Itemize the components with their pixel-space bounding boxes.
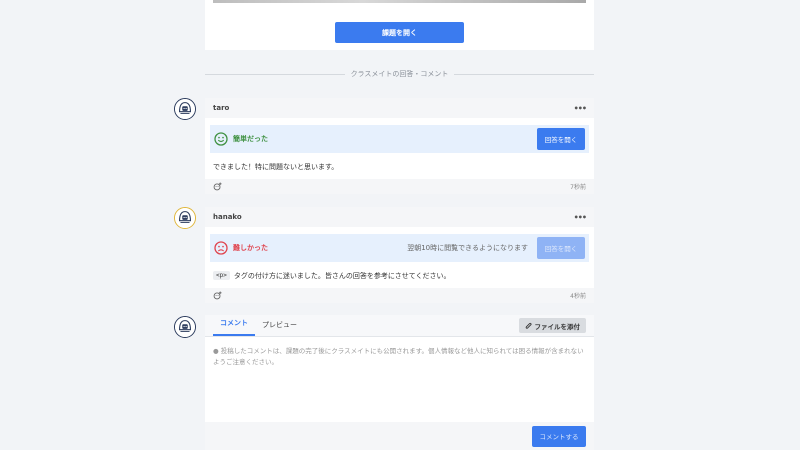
- smile-icon: [214, 132, 228, 146]
- attach-file-button[interactable]: ファイルを添付: [518, 318, 586, 333]
- answer-card: taro ••• 簡単だった 回答を開く できました！特に問題ないと思います。 …: [205, 98, 594, 194]
- tab-comment[interactable]: コメント: [213, 318, 255, 336]
- section-divider: クラスメイトの回答・コメント: [205, 68, 594, 80]
- more-options-icon[interactable]: •••: [574, 104, 587, 113]
- answer-card: hanako ••• 難しかった 翌朝10時に閲覧できるようになります 回答を開…: [205, 207, 594, 303]
- comment-notice: 投稿したコメントは、課題の完了後にクラスメイトにも公開されます。個人情報など他人…: [213, 347, 584, 366]
- open-task-button[interactable]: 課題を開く: [335, 22, 464, 43]
- post-timestamp: 4秒前: [570, 293, 586, 300]
- divider-line: [454, 73, 594, 75]
- post-body-text: タグの付け方に迷いました。皆さんの回答を参考にさせてください。: [233, 272, 451, 280]
- add-reaction-icon[interactable]: [213, 182, 222, 191]
- comment-editor: コメント プレビュー ファイルを添付 ● 投稿したコメントは、課題の完了後にクラ…: [205, 315, 594, 450]
- avatar-face-icon: [175, 99, 195, 119]
- submit-comment-button[interactable]: コメントする: [532, 425, 586, 447]
- difficulty-status: 簡単だった 回答を開く: [210, 125, 589, 153]
- open-answer-button[interactable]: 回答を開く: [537, 237, 585, 259]
- username[interactable]: hanako: [213, 213, 242, 221]
- frown-icon: [214, 241, 228, 255]
- add-reaction-icon[interactable]: [213, 291, 222, 300]
- avatar-face-icon: [175, 208, 195, 228]
- paperclip-icon: [525, 322, 532, 329]
- avatar: [174, 316, 196, 338]
- avatar-face-icon: [175, 317, 195, 337]
- section-title: クラスメイトの回答・コメント: [350, 70, 449, 78]
- comment-textarea[interactable]: ● 投稿したコメントは、課題の完了後にクラスメイトにも公開されます。個人情報など…: [205, 337, 594, 422]
- task-preview-image: [213, 0, 586, 3]
- difficulty-status: 難しかった 翌朝10時に閲覧できるようになります 回答を開く: [210, 234, 589, 262]
- post-body-text: できました！特に問題ないと思います。: [213, 163, 339, 171]
- card-header: taro •••: [205, 98, 594, 118]
- card-header: hanako •••: [205, 207, 594, 227]
- availability-note: 翌朝10時に閲覧できるようになります: [407, 244, 528, 252]
- card-footer: 7秒前: [205, 179, 594, 194]
- tab-preview[interactable]: プレビュー: [255, 320, 304, 336]
- open-answer-button[interactable]: 回答を開く: [537, 128, 585, 150]
- editor-footer: コメントする: [205, 422, 594, 450]
- difficulty-label: 簡単だった: [233, 135, 268, 143]
- username[interactable]: taro: [213, 104, 229, 112]
- attach-file-label: ファイルを添付: [534, 323, 581, 331]
- inline-code: <p>: [213, 271, 230, 280]
- bullet-icon: ●: [213, 347, 221, 355]
- editor-tabs: コメント プレビュー ファイルを添付: [205, 315, 594, 337]
- post-body: <p> タグの付け方に迷いました。皆さんの回答を参考にさせてください。: [205, 262, 594, 288]
- post-timestamp: 7秒前: [570, 184, 586, 191]
- more-options-icon[interactable]: •••: [574, 213, 587, 222]
- task-card: 課題を開く: [205, 0, 594, 50]
- avatar[interactable]: [174, 207, 196, 229]
- difficulty-label: 難しかった: [233, 244, 268, 252]
- card-footer: 4秒前: [205, 288, 594, 303]
- post-body: できました！特に問題ないと思います。: [205, 153, 594, 179]
- divider-line: [205, 73, 345, 75]
- avatar[interactable]: [174, 98, 196, 120]
